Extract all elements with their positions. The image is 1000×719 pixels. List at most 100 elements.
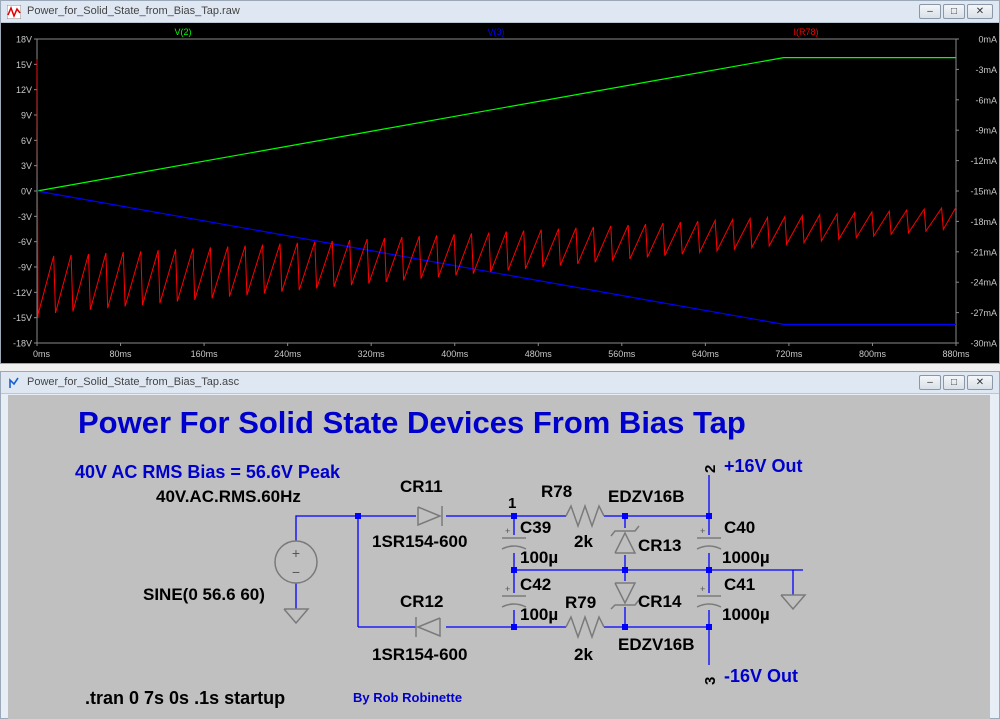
- cr12-value: 1SR154-600: [372, 645, 467, 664]
- restore-button[interactable]: □: [943, 4, 965, 19]
- source-label: 40V.AC.RMS.60Hz: [156, 487, 301, 506]
- schematic-title: Power For Solid State Devices From Bias …: [78, 405, 746, 440]
- c41-value: 1000µ: [722, 605, 770, 624]
- svg-text:−: −: [292, 564, 300, 580]
- plot-frame: [36, 38, 957, 344]
- resistor-r79[interactable]: [565, 614, 605, 640]
- right-tick-label: -18mA: [970, 217, 997, 227]
- c42-plus-icon: +: [505, 584, 510, 594]
- cr11-value: 1SR154-600: [372, 532, 467, 551]
- c42-value: 100µ: [520, 605, 558, 624]
- tran-directive[interactable]: .tran 0 7s 0s .1s startup: [85, 688, 285, 708]
- output-neg-label: -16V Out: [724, 666, 798, 686]
- r78-ref: R78: [541, 482, 572, 501]
- schematic-window-title: Power_for_Solid_State_from_Bias_Tap.asc: [27, 376, 240, 388]
- right-tick-label: -3mA: [975, 65, 997, 75]
- legend-label: V(2): [174, 27, 191, 37]
- author-note: By Rob Robinette: [353, 690, 462, 705]
- cr11-ref: CR11: [400, 477, 443, 496]
- capacitor-c40[interactable]: [696, 537, 722, 550]
- waveform-plot-area[interactable]: 18V 15V 12V 9V 6V 3V 0V -3V -6V -9V -12V -15V -18V 0m…: [1, 23, 999, 363]
- ground-symbol-source: [283, 608, 310, 625]
- right-tick-label: -24mA: [970, 278, 997, 288]
- series-line-v2: [36, 56, 956, 192]
- cr12-ref: CR12: [400, 592, 443, 611]
- left-tick-label: -3V: [18, 212, 32, 222]
- bias-note: 40V AC RMS Bias = 56.6V Peak: [75, 462, 341, 482]
- svg-text:+: +: [292, 545, 300, 561]
- cr14-value: EDZV16B: [618, 635, 695, 654]
- right-tick-label: 0mA: [978, 35, 997, 45]
- wires: [295, 475, 803, 665]
- r79-ref: R79: [565, 593, 596, 612]
- x-tick-label: 720ms: [775, 349, 803, 359]
- x-tick-label: 640ms: [692, 349, 720, 359]
- legend-label: I(R78): [793, 27, 818, 37]
- right-tick-label: -15mA: [970, 187, 997, 197]
- diode-cr11[interactable]: [417, 506, 443, 527]
- diode-cr12[interactable]: [415, 617, 441, 638]
- x-tick-label: 320ms: [358, 349, 386, 359]
- x-tick-label: 240ms: [274, 349, 302, 359]
- x-tick-label: 80ms: [110, 349, 133, 359]
- left-tick-label: -18V: [13, 339, 32, 349]
- ground-symbol-output: [780, 594, 807, 611]
- close-button[interactable]: ✕: [967, 375, 993, 390]
- x-tick-label: 400ms: [441, 349, 469, 359]
- plot-window-titlebar[interactable]: Power_for_Solid_State_from_Bias_Tap.raw …: [1, 1, 999, 23]
- c39-ref: C39: [520, 518, 551, 537]
- waveform-app-icon: [7, 5, 21, 19]
- zener-cr14[interactable]: [610, 582, 640, 610]
- cr14-ref: CR14: [638, 592, 682, 611]
- waveform-chart[interactable]: 18V15V12V9V6V3V0V-3V-6V-9V-12V-15V-18V0m…: [1, 23, 999, 363]
- right-tick-label: -9mA: [975, 126, 997, 136]
- right-tick-label: -6mA: [975, 95, 997, 105]
- r78-value: 2k: [574, 532, 593, 551]
- node-2-label: 2: [702, 465, 719, 473]
- c39-value: 100µ: [520, 548, 558, 567]
- c41-plus-icon: +: [700, 584, 705, 594]
- schematic-drawing[interactable]: Power For Solid State Devices From Bias …: [8, 395, 990, 719]
- x-tick-label: 160ms: [191, 349, 219, 359]
- c39-plus-icon: +: [505, 526, 510, 536]
- x-tick-label: 480ms: [525, 349, 553, 359]
- capacitor-c41[interactable]: [696, 595, 722, 608]
- right-tick-label: -21mA: [970, 247, 997, 257]
- node-3-label: 3: [702, 677, 719, 685]
- schematic-window-titlebar[interactable]: Power_for_Solid_State_from_Bias_Tap.asc …: [1, 372, 999, 394]
- x-tick-label: 0ms: [33, 349, 51, 359]
- sine-voltage-source[interactable]: + −: [274, 540, 318, 584]
- x-tick-label: 560ms: [608, 349, 636, 359]
- legend-label: V(3): [487, 27, 504, 37]
- cr13-value: EDZV16B: [608, 487, 685, 506]
- schematic-canvas[interactable]: Power For Solid State Devices From Bias …: [8, 395, 990, 719]
- plot-window: Power_for_Solid_State_from_Bias_Tap.raw …: [0, 0, 1000, 364]
- restore-button[interactable]: □: [943, 375, 965, 390]
- schematic-app-icon: [9, 377, 19, 388]
- right-tick-label: -27mA: [970, 308, 997, 318]
- left-tick-label: 12V: [16, 85, 32, 95]
- left-tick-label: 3V: [21, 161, 32, 171]
- minimize-button[interactable]: –: [919, 375, 941, 390]
- series-line-i-r78: [36, 59, 957, 318]
- left-tick-label: -12V: [13, 288, 32, 298]
- left-tick-label: -9V: [18, 263, 32, 273]
- zener-cr13[interactable]: [610, 525, 640, 554]
- left-tick-label: 9V: [21, 111, 32, 121]
- c42-ref: C42: [520, 575, 551, 594]
- left-tick-label: 15V: [16, 60, 32, 70]
- r79-value: 2k: [574, 645, 593, 664]
- plot-window-title: Power_for_Solid_State_from_Bias_Tap.raw: [27, 5, 240, 17]
- c40-ref: C40: [724, 518, 755, 537]
- left-tick-label: -15V: [13, 313, 32, 323]
- right-tick-label: -12mA: [970, 156, 997, 166]
- c41-ref: C41: [724, 575, 755, 594]
- x-tick-label: 800ms: [859, 349, 887, 359]
- resistor-r78[interactable]: [565, 503, 605, 529]
- c40-plus-icon: +: [700, 526, 705, 536]
- right-tick-label: -30mA: [970, 339, 997, 349]
- cr13-ref: CR13: [638, 536, 681, 555]
- close-button[interactable]: ✕: [967, 4, 993, 19]
- left-tick-label: 18V: [16, 35, 32, 45]
- minimize-button[interactable]: –: [919, 4, 941, 19]
